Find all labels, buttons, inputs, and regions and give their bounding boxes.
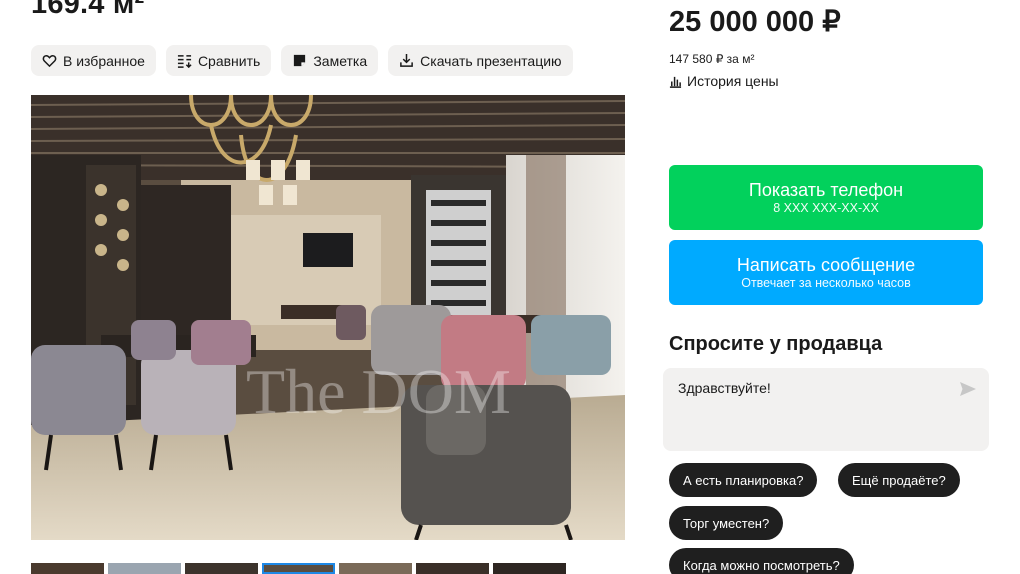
main-photo[interactable]: The DOM <box>31 95 625 540</box>
download-icon <box>400 53 414 67</box>
price-per-m2: 147 580 ₽ за м² <box>669 52 755 66</box>
quick-question-chip[interactable]: А есть планировка? <box>669 463 818 497</box>
thumbnail[interactable] <box>416 563 489 574</box>
show-phone-button[interactable]: Показать телефон 8 XXX XXX-XX-XX <box>669 165 983 230</box>
thumbnail-active[interactable] <box>262 563 335 574</box>
thumbnail[interactable] <box>108 563 181 574</box>
phone-masked: 8 XXX XXX-XX-XX <box>773 201 879 215</box>
interior-photo: The DOM <box>31 95 625 540</box>
compare-icon <box>177 55 192 68</box>
show-phone-label: Показать телефон <box>748 180 904 200</box>
note-label: Заметка <box>313 52 368 69</box>
price-history-link[interactable]: История цены <box>669 73 779 89</box>
write-message-label: Написать сообщение <box>736 255 916 275</box>
thumbnail[interactable] <box>31 563 104 574</box>
ask-seller-box <box>663 368 989 451</box>
note-icon <box>294 54 306 67</box>
response-time: Отвечает за несколько часов <box>741 276 911 290</box>
thumbnail[interactable] <box>339 563 412 574</box>
heart-icon <box>42 55 57 68</box>
photo-watermark: The DOM <box>246 356 511 427</box>
favorite-button[interactable]: В избранное <box>31 45 156 76</box>
thumbnail[interactable] <box>493 563 566 574</box>
price-total: 25 000 000 ₽ <box>669 6 841 38</box>
thumbnail[interactable] <box>185 563 258 574</box>
download-label: Скачать презентацию <box>420 52 562 69</box>
download-presentation-button[interactable]: Скачать презентацию <box>388 45 573 76</box>
write-message-button[interactable]: Написать сообщение Отвечает за несколько… <box>669 240 983 305</box>
price-history-label: История цены <box>687 73 779 89</box>
ask-seller-input[interactable] <box>678 380 948 396</box>
chart-icon <box>669 76 682 88</box>
quick-question-chip[interactable]: Ещё продаёте? <box>838 463 960 497</box>
quick-question-chip[interactable]: Когда можно посмотреть? <box>669 548 854 574</box>
thumbnail-strip <box>31 563 566 574</box>
favorite-label: В избранное <box>63 52 145 69</box>
listing-area-title: 169.4 м² <box>31 0 145 20</box>
compare-button[interactable]: Сравнить <box>165 45 272 76</box>
send-icon[interactable] <box>959 380 977 398</box>
note-button[interactable]: Заметка <box>281 45 379 76</box>
action-bar: В избранное Сравнить Заметка Скачать пре… <box>31 45 573 76</box>
ask-seller-title: Спросите у продавца <box>669 333 883 355</box>
quick-question-chip[interactable]: Торг уместен? <box>669 506 784 540</box>
compare-label: Сравнить <box>197 52 261 69</box>
